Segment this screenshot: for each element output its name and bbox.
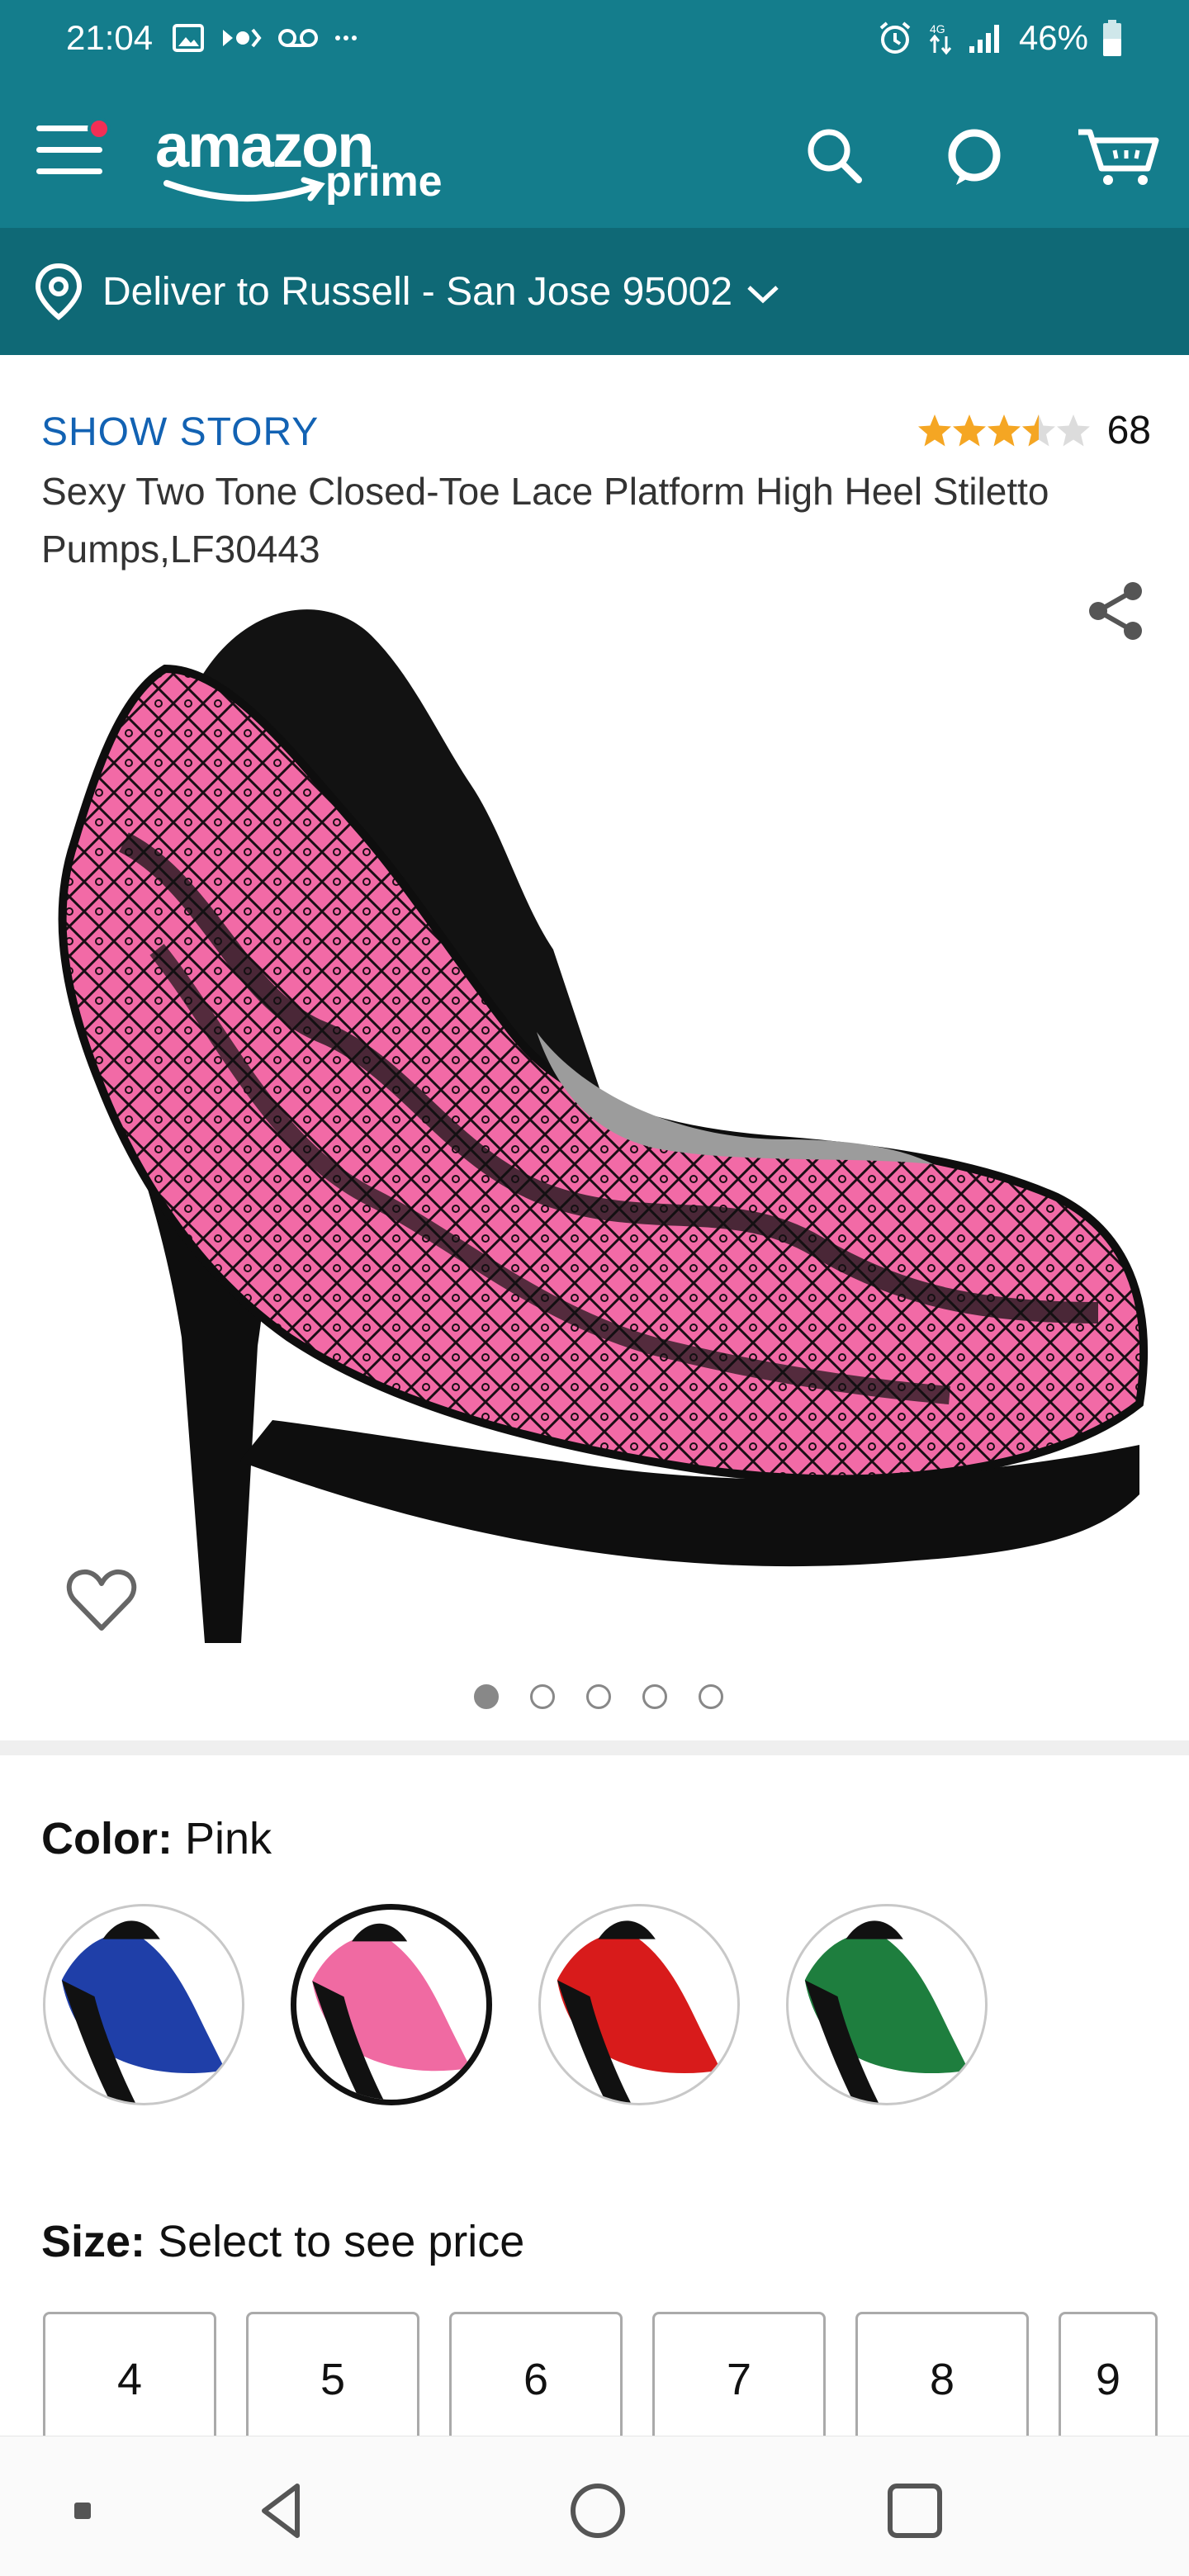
share-icon[interactable] [1083,578,1149,644]
size-label: Size: [41,2217,146,2266]
star-rating-icon [917,414,1090,446]
swatch-pink-image [312,1923,471,2100]
color-swatches [43,1904,988,2105]
battery-icon [1103,20,1121,56]
status-right-icons: 4G 46% [877,18,1123,58]
swatch-red[interactable] [538,1904,740,2105]
product-image[interactable] [25,570,1164,1660]
wishlist-heart-icon[interactable] [64,1565,139,1635]
status-time: 21:04 [66,18,154,57]
show-story-link[interactable]: SHOW STORY [41,410,319,455]
more-dots-icon [335,36,357,40]
product-title: Sexy Two Tone Closed-Toe Lace Platform H… [41,470,1049,571]
alexa-icon[interactable] [941,122,1007,188]
rating-count: 68 [1106,409,1151,452]
swatch-green-image [804,1920,969,2103]
swatch-green[interactable] [786,1904,988,2105]
carousel-dot[interactable] [474,1684,499,1709]
size-options: 4 5 6 7 8 9 [43,2312,1158,2444]
size-option-6[interactable]: 6 [449,2312,623,2444]
size-option-7[interactable]: 7 [652,2312,826,2444]
amazon-prime-logo[interactable]: amazon prime [155,111,452,210]
notification-dot [88,117,111,140]
deliver-to-text: Deliver to Russell - San Jose 95002 [102,269,733,314]
section-divider [0,1740,1189,1755]
rating-summary[interactable]: 68 [917,408,1151,453]
nav-dot-icon[interactable] [50,2478,116,2544]
system-nav-bar [0,2436,1189,2576]
carousel-dot[interactable] [642,1684,667,1709]
carousel-dot[interactable] [586,1684,611,1709]
cart-icon[interactable] [1073,122,1164,188]
size-selection-label: Size: Select to see price [41,2216,524,2267]
color-label: Color: [41,1814,173,1863]
image-carousel-dots [0,1684,1189,1709]
size-option-4[interactable]: 4 [43,2312,216,2444]
signal-play-icon [223,28,262,48]
deliver-to-bar[interactable]: Deliver to Russell - San Jose 95002 [0,228,1189,355]
home-icon[interactable] [565,2478,631,2544]
data-arrows-icon: 4G [929,22,952,55]
swatch-blue[interactable] [43,1904,244,2105]
size-option-9[interactable]: 9 [1059,2312,1158,2444]
size-option-8[interactable]: 8 [855,2312,1029,2444]
size-value: Select to see price [158,2217,525,2266]
image-icon [173,24,204,52]
svg-text:4G: 4G [930,22,945,36]
battery-percent: 46% [1018,18,1088,57]
hamburger-menu-icon[interactable] [33,117,111,183]
swatch-red-image [557,1920,722,2103]
size-option-5[interactable]: 5 [246,2312,419,2444]
cell-signal-icon [969,25,999,53]
status-left-icons [172,20,358,56]
status-bar: 21:04 4G 46% [0,0,1189,79]
color-selection-label: Color: Pink [41,1813,272,1864]
carousel-dot[interactable] [699,1684,723,1709]
logo-sub-text: prime [325,158,443,206]
swatch-blue-image [61,1920,226,2103]
voicemail-icon [278,29,318,47]
color-value: Pink [184,1814,272,1863]
logo-smile-icon [163,177,325,201]
app-header: amazon prime [0,79,1189,228]
search-icon[interactable] [801,122,867,188]
recents-icon[interactable] [882,2478,948,2544]
back-icon[interactable] [248,2478,314,2544]
swatch-pink[interactable] [291,1904,492,2105]
alarm-icon [879,21,911,54]
location-pin-icon [35,263,83,320]
chevron-down-icon [747,286,779,304]
carousel-dot[interactable] [530,1684,555,1709]
